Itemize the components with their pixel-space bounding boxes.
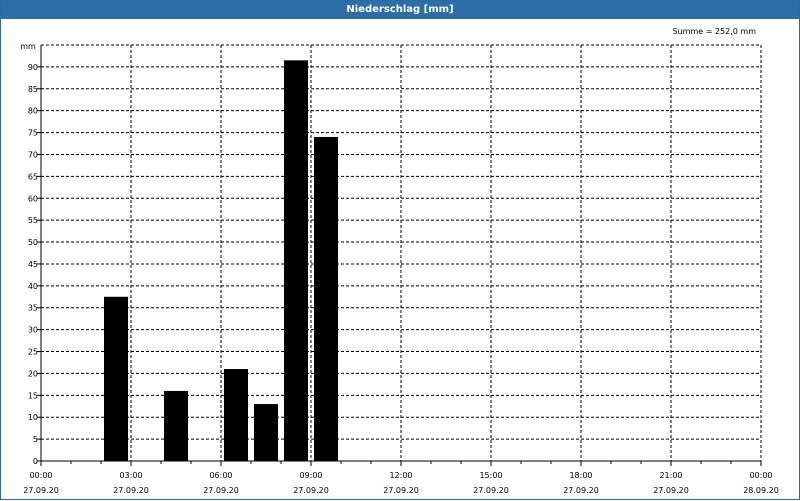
y-tick-label: 25 [28, 348, 38, 357]
y-tick-label: 20 [28, 369, 38, 378]
y-tick-label: 45 [28, 260, 38, 269]
y-tick-label: 35 [28, 304, 38, 313]
y-tick-label: 10 [28, 413, 38, 422]
x-tick-time-label: 00:00 [749, 471, 772, 480]
x-tick-time-label: 03:00 [119, 471, 142, 480]
y-tick-label: 75 [28, 129, 38, 138]
x-tick-date-label: 27.09.20 [473, 486, 509, 495]
y-tick-label: 5 [33, 435, 38, 444]
y-tick-label: 40 [28, 282, 38, 291]
x-tick-date-label: 27.09.20 [23, 486, 59, 495]
x-tick-time-label: 21:00 [659, 471, 682, 480]
y-axis-unit-label: mm [20, 42, 36, 51]
x-tick-date-label: 27.09.20 [383, 486, 419, 495]
precipitation-bar [314, 136, 338, 462]
y-tick-label: 30 [28, 326, 38, 335]
y-tick-label: 60 [28, 194, 38, 203]
y-tick-labels: 0 5 10 15 20 25 30 35 40 45 50 55 60 65 70 75 80 85 90 [28, 63, 38, 466]
x-tick-time-label: 15:00 [479, 471, 502, 480]
y-tick-label: 50 [28, 238, 38, 247]
y-tick-label: 15 [28, 391, 38, 400]
chart-window: Niederschlag [mm] mm Summe = 252,0 mm 05… [0, 0, 800, 500]
y-tick-label: 0 [33, 457, 38, 466]
x-tick-time-label: 18:00 [569, 471, 592, 480]
x-tick-time-label: 06:00 [209, 471, 232, 480]
y-tick-label: 90 [28, 63, 38, 72]
x-tick-date-label: 27.09.20 [653, 486, 689, 495]
precipitation-chart: mm Summe = 252,0 mm 0 5 10 15 20 25 30 35 40 45 50… [20, 27, 779, 495]
x-tick-time-label: 12:00 [389, 471, 412, 480]
x-tick-date-label: 27.09.20 [563, 486, 599, 495]
y-tick-label: 65 [28, 172, 38, 181]
precipitation-bar [254, 404, 278, 461]
x-tick-time-label: 09:00 [299, 471, 322, 480]
x-tick-time-label: 00:00 [29, 471, 52, 480]
x-tick-date-label: 27.09.20 [113, 486, 149, 495]
sum-label: Summe = 252,0 mm [673, 27, 757, 36]
precipitation-bar [284, 60, 308, 461]
y-tick-label: 85 [28, 85, 38, 94]
y-tick-label: 70 [28, 150, 38, 159]
x-tick-date-label: 27.09.20 [293, 486, 329, 495]
precipitation-bar [164, 390, 188, 461]
y-tick-label: 80 [28, 107, 38, 116]
x-tick-date-label: 28.09.20 [743, 486, 779, 495]
grid-lines [41, 44, 762, 461]
x-tick-date-label: 27.09.20 [203, 486, 239, 495]
axes [37, 45, 762, 466]
precipitation-bar [224, 369, 248, 461]
y-tick-label: 55 [28, 216, 38, 225]
precipitation-bar [104, 296, 128, 461]
x-tick-labels: 00:00 27.09.20 03:00 27.09.20 06:00 27.09.20 0… [23, 471, 779, 495]
